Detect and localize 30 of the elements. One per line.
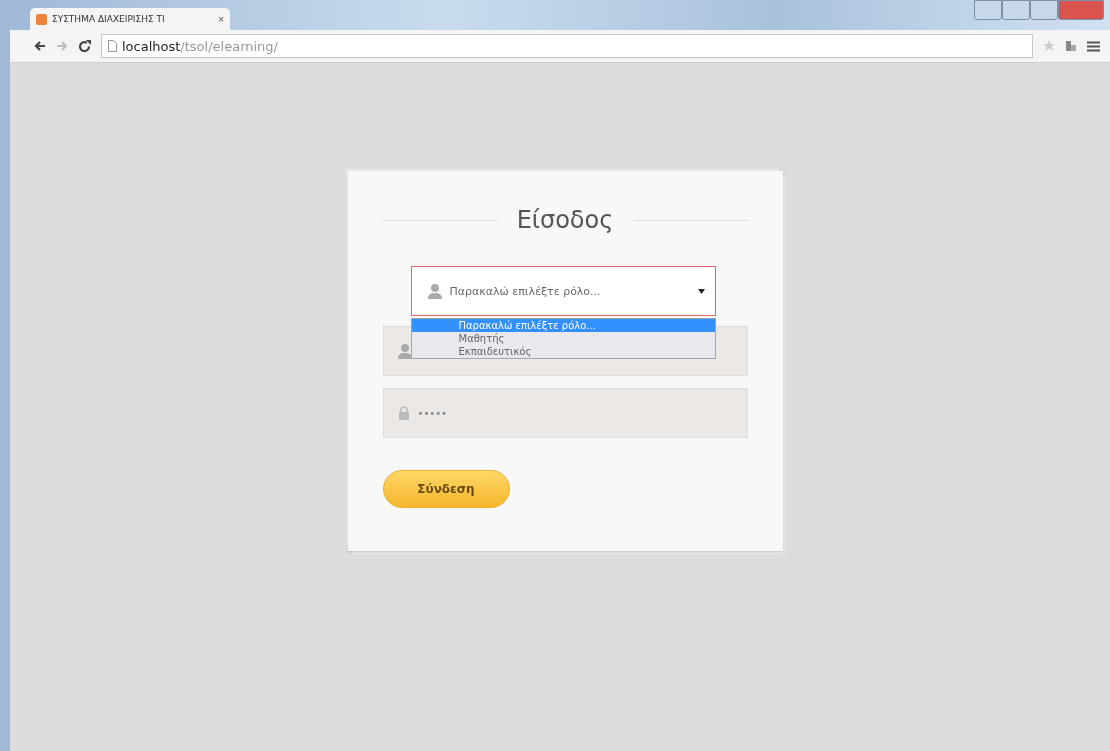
favicon-icon (36, 13, 47, 25)
dropdown-option[interactable]: Παρακαλώ επιλέξτε ρόλο... (411, 319, 715, 332)
star-icon[interactable] (1043, 40, 1055, 52)
url-host: localhost (122, 38, 181, 54)
close-window-button[interactable] (1058, 0, 1104, 20)
maximize-button[interactable] (1030, 0, 1058, 20)
login-title: Είσοδος (516, 206, 614, 234)
select-value: Παρακαλώ επιλέξτε ρόλο... (449, 284, 602, 298)
dropdown-option[interactable]: Μαθητής (411, 332, 715, 345)
dropdown-caret-icon (697, 288, 705, 294)
dropdown-option[interactable]: Εκπαιδευτικός (411, 345, 715, 358)
close-tab-button[interactable]: × (218, 13, 224, 25)
tab-title: ΣΥΣΤΗΜΑ ΔΙΑΧΕΙΡΙΣΗΣ ΤΙ (52, 14, 166, 24)
forward-icon[interactable] (56, 40, 68, 52)
address-bar[interactable]: localhost/tsol/elearning/ (101, 34, 1033, 58)
page-icon (108, 40, 117, 52)
menu-icon[interactable] (1087, 40, 1100, 52)
minimize-button[interactable] (1002, 0, 1030, 20)
user-icon (397, 343, 412, 359)
url-path: /tsol/elearning/ (180, 38, 278, 54)
user-icon (427, 283, 442, 299)
login-button[interactable]: Σύνδεση (382, 470, 510, 508)
role-select[interactable]: Παρακαλώ επιλέξτε ρόλο... (410, 266, 716, 316)
password-value: ••••• (417, 407, 447, 419)
reload-icon[interactable] (78, 39, 91, 53)
window-button[interactable] (974, 0, 1002, 20)
browser-tab[interactable]: ΣΥΣΤΗΜΑ ΔΙΑΧΕΙΡΙΣΗΣ ΤΙ × (30, 8, 230, 30)
lock-icon (397, 406, 410, 420)
back-icon[interactable] (34, 40, 46, 52)
extension-icon[interactable] (1065, 40, 1077, 52)
